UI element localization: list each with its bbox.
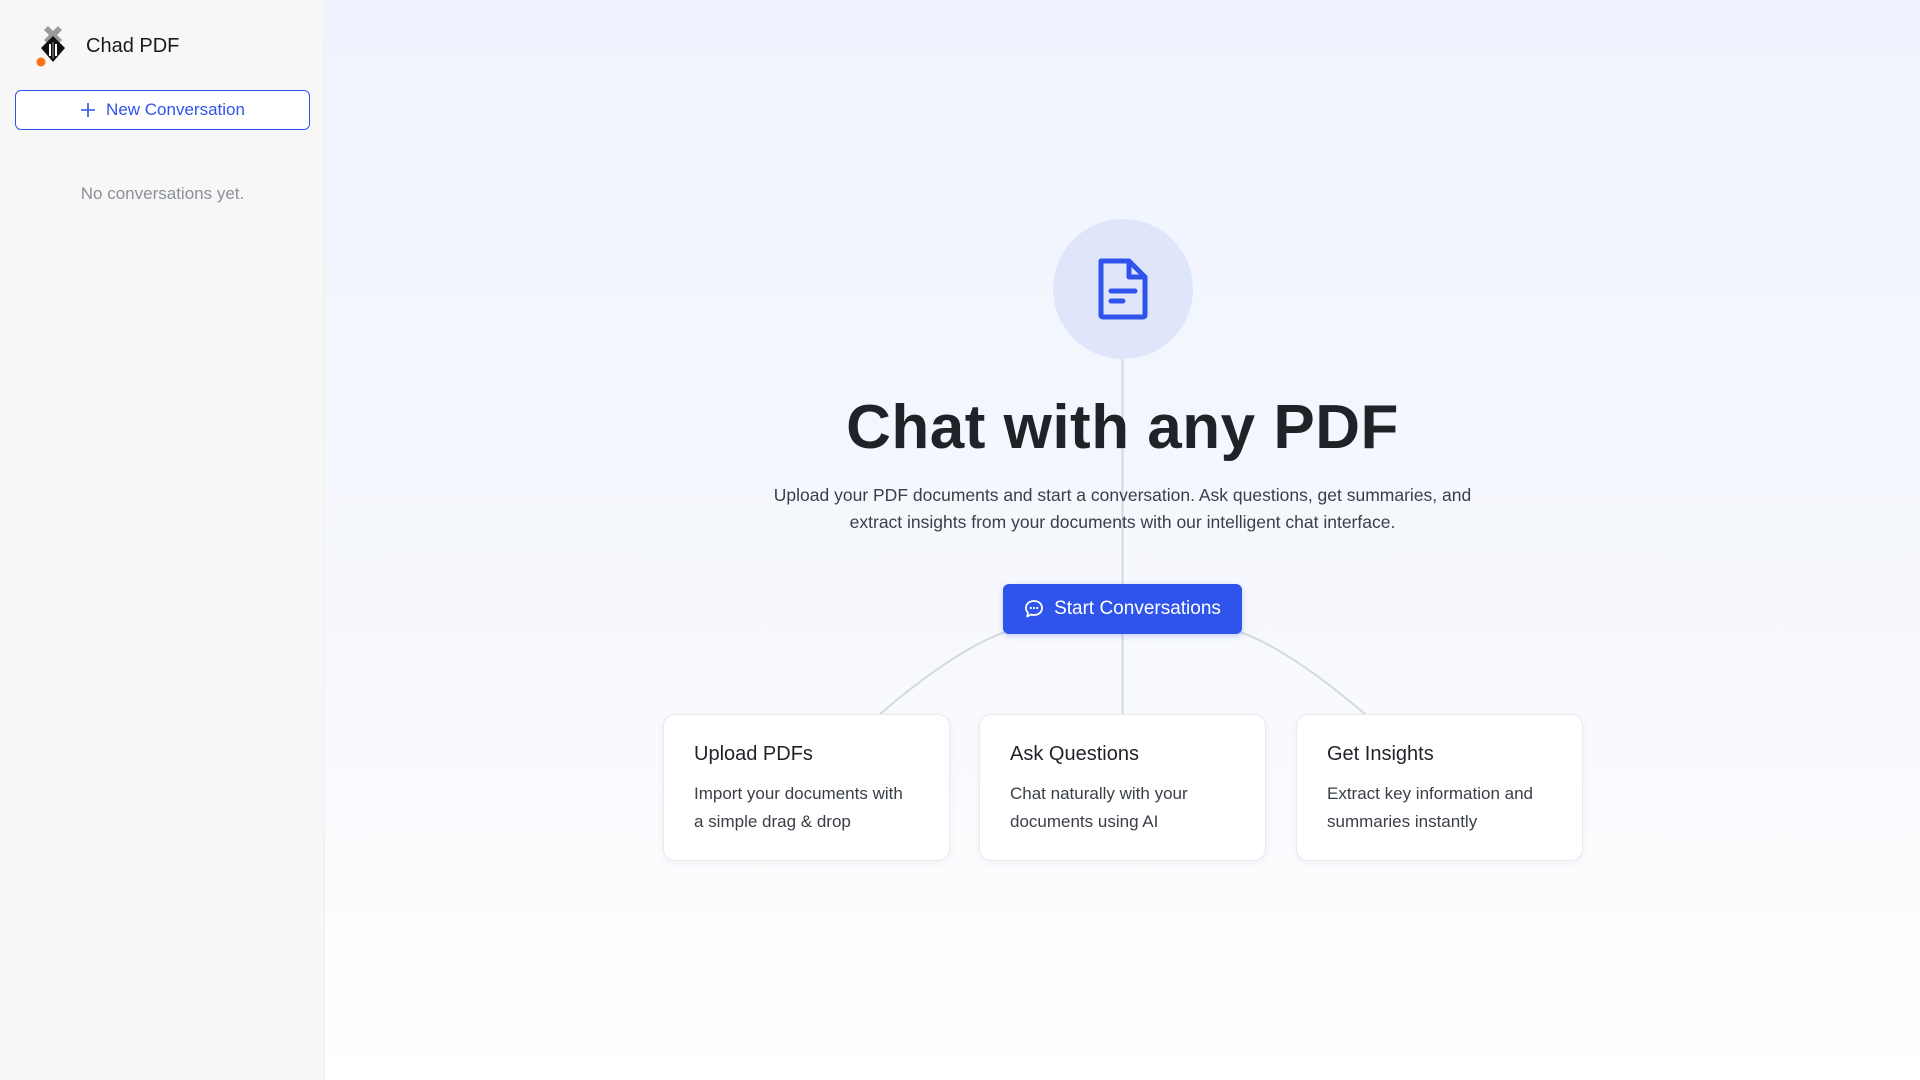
feature-desc-line-1: Import your documents with [694, 784, 903, 803]
start-conversations-label: Start Conversations [1054, 598, 1221, 619]
feature-desc-line-2: a simple drag & drop [694, 812, 851, 831]
hero-subtitle-line-2: extract insights from your documents wit… [849, 512, 1396, 532]
chat-bubble-icon [1025, 600, 1043, 618]
feature-description: Import your documents with a simple drag… [694, 780, 919, 836]
new-conversation-label: New Conversation [106, 100, 245, 119]
feature-card-upload: Upload PDFs Import your documents with a… [663, 714, 950, 861]
plus-icon [81, 103, 96, 117]
feature-card-insights: Get Insights Extract key information and… [1296, 714, 1583, 861]
feature-desc-line-2: documents using AI [1010, 812, 1159, 831]
new-conversation-button[interactable]: New Conversation [15, 90, 310, 130]
connector-lines [879, 359, 1366, 715]
feature-title: Upload PDFs [694, 743, 813, 765]
feature-description: Extract key information and summaries in… [1327, 780, 1552, 836]
hero-subtitle-line-1: Upload your PDF documents and start a co… [773, 485, 1472, 505]
app-title: Chad PDF [86, 34, 180, 57]
main-content: Chat with any PDF Upload your PDF docume… [325, 0, 1920, 1080]
feature-description: Chat naturally with your documents using… [1010, 780, 1235, 836]
app-root: Chad PDF New Conversation No conversatio… [0, 0, 1920, 1080]
feature-desc-line-1: Extract key information and [1327, 784, 1533, 803]
sidebar: Chad PDF New Conversation No conversatio… [0, 0, 325, 1080]
feature-card-questions: Ask Questions Chat naturally with your d… [979, 714, 1266, 861]
document-icon-circle [1053, 219, 1193, 359]
hero-title: Chat with any PDF [846, 393, 1399, 462]
brand[interactable]: Chad PDF [34, 24, 179, 68]
feature-title: Get Insights [1327, 743, 1434, 765]
feature-title: Ask Questions [1010, 743, 1139, 765]
hero-subtitle: Upload your PDF documents and start a co… [772, 482, 1473, 536]
feature-desc-line-1: Chat naturally with your [1010, 784, 1188, 803]
file-text-icon [1098, 258, 1148, 320]
app-logo-icon [36, 26, 65, 67]
empty-conversations-text: No conversations yet. [80, 184, 245, 203]
start-conversations-button[interactable]: Start Conversations [1003, 584, 1242, 634]
feature-desc-line-2: summaries instantly [1327, 812, 1478, 831]
